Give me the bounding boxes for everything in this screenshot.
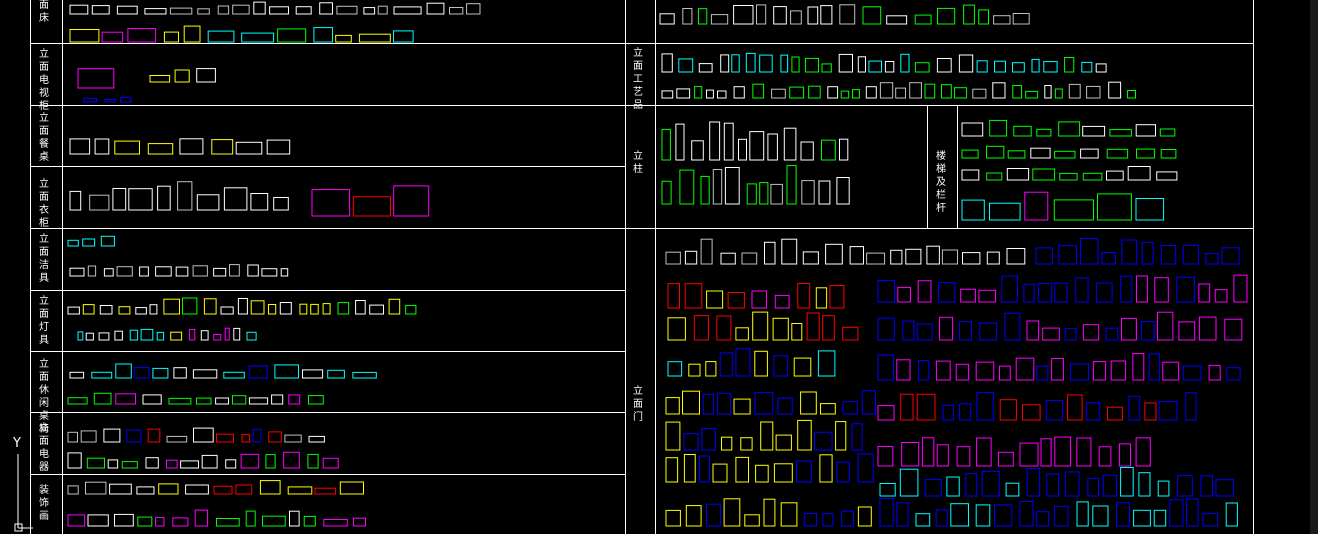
right-margin (1310, 0, 1318, 534)
symbols-doors-row-1 (1035, 238, 1240, 265)
category-label-wardrobe: 立面衣柜 (39, 179, 49, 229)
symbols-doors-row-12 (665, 453, 874, 483)
symbols-tv-row2 (149, 68, 216, 83)
symbols-stairs-row2 (961, 145, 1177, 159)
symbols-leisure-row1 (69, 363, 377, 379)
symbols-wardrobe-a (69, 181, 289, 211)
symbols-stairs-row3 (961, 166, 1178, 181)
symbols-crafts-row2 (661, 52, 1107, 73)
symbols-appliances-row1 (67, 427, 325, 443)
symbols-doors-row-13 (879, 467, 1235, 497)
symbols-doors-row-5 (877, 311, 1243, 341)
symbols-doors-row-2 (667, 283, 845, 309)
category-label-doors: 立面门 (633, 386, 643, 423)
symbols-columns-row2 (661, 165, 850, 205)
symbols-stairs-row1 (961, 119, 1176, 137)
ucs-icon: Y (13, 436, 33, 534)
category-label-crafts: 立面工艺品 (633, 48, 643, 111)
symbols-doors-row-0 (665, 238, 1026, 265)
cad-drawing-canvas[interactable] (0, 0, 1318, 534)
symbols-appliances-row2 (67, 451, 339, 469)
symbols-crafts-row1 (659, 4, 1030, 25)
symbols-sanitary-row1 (67, 235, 115, 247)
symbols-columns-row1 (661, 121, 849, 161)
category-label-decor-painting: 装饰画 (39, 485, 49, 522)
category-label-tv-cabinet: 立面电视柜 (39, 49, 49, 112)
symbols-dining (69, 138, 291, 155)
symbols-lamps-row2 (77, 327, 257, 341)
category-label-columns: 立柱 (633, 151, 643, 175)
symbols-tv-row1 (77, 68, 115, 89)
category-label-stairs: 楼梯及栏杆 (936, 151, 946, 214)
symbols-doors-row-15 (879, 497, 1238, 527)
category-label-lamps: 立面灯具 (39, 296, 49, 346)
symbols-doors-row-7 (877, 353, 1241, 381)
symbols-crafts-row3 (661, 81, 1137, 99)
symbols-bed-row2 (69, 25, 414, 43)
drawing-grid (30, 0, 1318, 534)
symbols-tv-row3 (83, 96, 132, 103)
category-label-bed: 面床 (39, 0, 49, 24)
symbols-lamps-row1 (67, 297, 417, 315)
symbols-doors-row-9 (877, 391, 1197, 421)
symbols-doors-row-3 (877, 274, 1248, 303)
category-label-sanitary: 立面洁具 (39, 234, 49, 284)
symbols-doors-row-6 (667, 348, 836, 377)
symbols-leisure-row2 (67, 392, 324, 405)
symbols-doors-row-11 (877, 436, 1151, 467)
symbols-bed-row1 (69, 1, 481, 15)
symbols-doors-row-10 (665, 419, 863, 451)
category-label-appliances: 立面电器 (39, 423, 49, 473)
symbols-sanitary-row2 (69, 264, 289, 277)
symbols-decor-row2 (67, 509, 366, 527)
symbols-doors-row-8 (665, 390, 877, 415)
symbols-decor-row1 (67, 480, 364, 495)
symbols-wardrobe-b (311, 185, 430, 217)
symbols-stairs-row4 (961, 191, 1165, 221)
symbols-doors-row-4 (667, 311, 859, 341)
category-label-dining-table: 立面餐桌 (39, 113, 49, 163)
symbols-doors-row-14 (665, 498, 872, 527)
ucs-y-axis-label: Y (13, 436, 21, 451)
